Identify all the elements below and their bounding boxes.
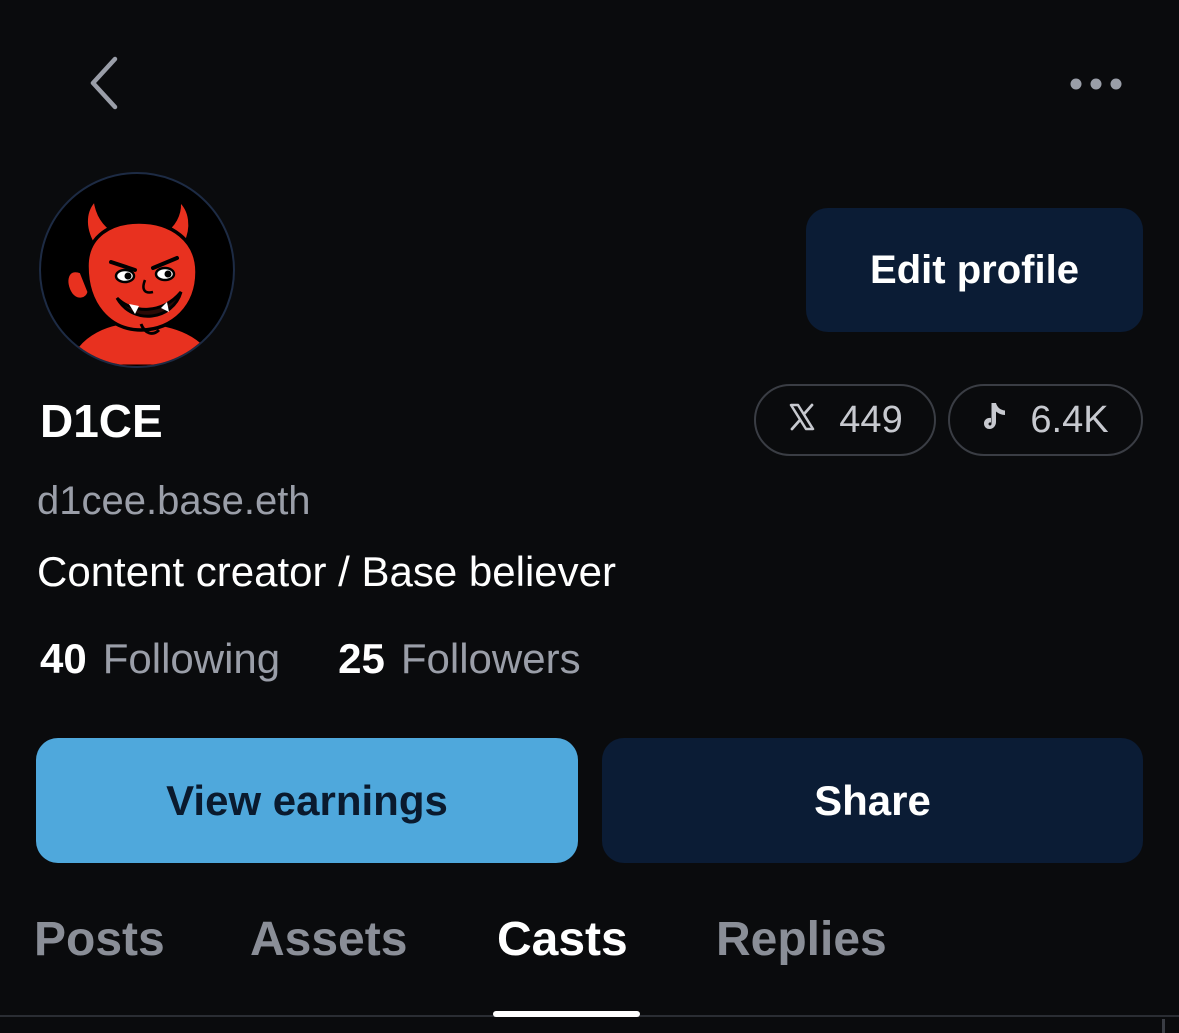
tiktok-icon (982, 399, 1008, 442)
profile-handle: d1cee.base.eth (37, 479, 311, 523)
edit-profile-button[interactable]: Edit profile (806, 208, 1143, 332)
followers-label: Followers (400, 635, 581, 682)
tab-casts[interactable]: Casts (497, 908, 628, 972)
share-button[interactable]: Share (602, 738, 1143, 863)
tab-assets[interactable]: Assets (250, 908, 407, 972)
edit-profile-label: Edit profile (870, 247, 1079, 292)
follow-stats: 40 Following 25 Followers (40, 632, 581, 686)
following-count: 40 (40, 635, 87, 682)
x-follower-count: 449 (839, 398, 903, 441)
x-logo-icon (787, 399, 817, 442)
display-name: D1CE (40, 395, 163, 447)
view-earnings-button[interactable]: View earnings (36, 738, 578, 863)
active-tab-indicator (493, 1011, 640, 1017)
tab-posts[interactable]: Posts (34, 908, 165, 972)
avatar[interactable] (39, 172, 235, 368)
followers-count: 25 (338, 635, 385, 682)
view-earnings-label: View earnings (166, 776, 448, 824)
devil-avatar-icon (65, 196, 219, 366)
back-button[interactable] (70, 50, 140, 120)
tiktok-follower-count: 6.4K (1030, 398, 1109, 441)
more-options-button[interactable] (1058, 60, 1134, 112)
scrollbar[interactable] (1162, 1019, 1165, 1033)
tiktok-social-link[interactable]: 6.4K (948, 384, 1143, 456)
x-social-link[interactable]: 449 (754, 384, 936, 456)
following-label: Following (102, 635, 281, 682)
more-horizontal-icon (1068, 76, 1124, 97)
share-label: Share (814, 776, 931, 824)
profile-bio: Content creator / Base believer (37, 548, 616, 595)
chevron-left-icon (85, 55, 125, 116)
followers-link[interactable]: 25 Followers (338, 632, 580, 686)
tab-replies[interactable]: Replies (716, 908, 887, 972)
following-link[interactable]: 40 Following (40, 632, 280, 686)
